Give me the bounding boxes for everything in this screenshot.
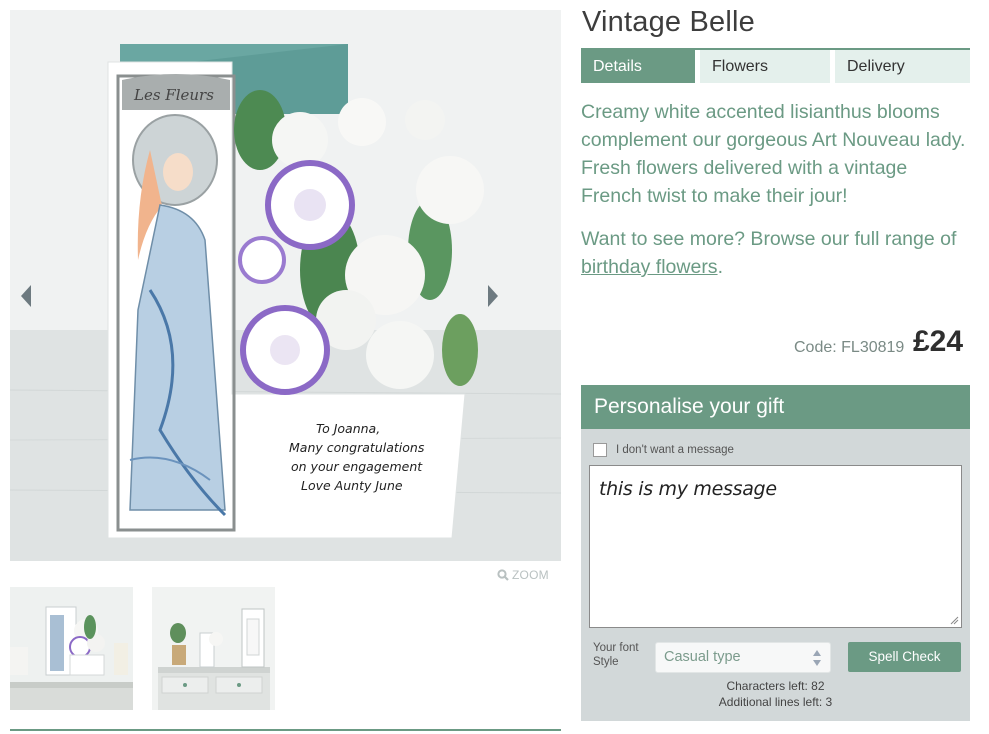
zoom-button[interactable]: ZOOM bbox=[497, 568, 549, 582]
spell-check-button[interactable]: Spell Check bbox=[848, 642, 961, 672]
magnifier-icon bbox=[497, 569, 509, 581]
product-description: Creamy white accented lisianthus blooms … bbox=[581, 101, 966, 207]
product-tabs: Details Flowers Delivery bbox=[581, 48, 970, 83]
up-down-arrows-icon bbox=[813, 650, 821, 666]
browse-more-suffix: . bbox=[717, 256, 723, 278]
tab-flowers[interactable]: Flowers bbox=[700, 50, 830, 83]
thumbnail-image bbox=[152, 587, 275, 710]
gallery-thumbnail[interactable] bbox=[152, 587, 275, 710]
previous-image-button[interactable] bbox=[18, 282, 34, 310]
card-message-line: Love Aunty June bbox=[301, 478, 403, 493]
gallery-thumbnail[interactable] bbox=[10, 587, 133, 710]
tab-delivery[interactable]: Delivery bbox=[835, 50, 970, 83]
chevron-left-icon bbox=[21, 285, 31, 307]
card-message-line: Many congratulations bbox=[289, 440, 425, 455]
browse-more-text: Want to see more? Browse our full range … bbox=[581, 225, 973, 281]
font-style-label: Your font Style bbox=[593, 642, 639, 668]
no-message-checkbox[interactable] bbox=[593, 443, 607, 457]
font-style-select[interactable]: Casual type bbox=[655, 642, 831, 673]
next-image-button[interactable] bbox=[485, 282, 501, 310]
card-message-line: on your engagement bbox=[291, 459, 423, 474]
zoom-label: ZOOM bbox=[512, 568, 549, 582]
card-message-line: To Joanna, bbox=[316, 421, 380, 436]
main-product-image[interactable]: To Joanna, Many congratulations on your … bbox=[10, 10, 561, 561]
personalise-panel: Personalise your gift I don't want a mes… bbox=[581, 385, 970, 721]
birthday-flowers-link[interactable]: birthday flowers bbox=[581, 256, 718, 278]
no-message-label: I don't want a message bbox=[616, 444, 734, 456]
font-style-value: Casual type bbox=[664, 649, 741, 665]
product-code: Code: FL30819 bbox=[794, 339, 905, 356]
product-price: £24 bbox=[913, 325, 964, 358]
message-textarea[interactable]: this is my message bbox=[589, 465, 962, 628]
product-title: Vintage Belle bbox=[582, 6, 755, 38]
chevron-right-icon bbox=[488, 285, 498, 307]
browse-more-prefix: Want to see more? Browse our full range … bbox=[581, 228, 957, 250]
resize-handle-icon[interactable] bbox=[950, 616, 959, 625]
tab-details[interactable]: Details bbox=[581, 50, 695, 83]
gallery-divider bbox=[10, 729, 561, 731]
no-message-option[interactable]: I don't want a message bbox=[593, 443, 734, 457]
personalise-heading: Personalise your gift bbox=[581, 385, 970, 429]
lines-left: Additional lines left: 3 bbox=[718, 694, 833, 709]
card-title: Les Fleurs bbox=[133, 86, 214, 104]
message-text: this is my message bbox=[599, 478, 777, 500]
characters-left: Characters left: 82 bbox=[726, 679, 825, 693]
message-limits: Characters left: 82 Additional lines lef… bbox=[581, 679, 970, 710]
product-photo: To Joanna, Many congratulations on your … bbox=[10, 10, 561, 561]
thumbnail-image bbox=[10, 587, 133, 710]
